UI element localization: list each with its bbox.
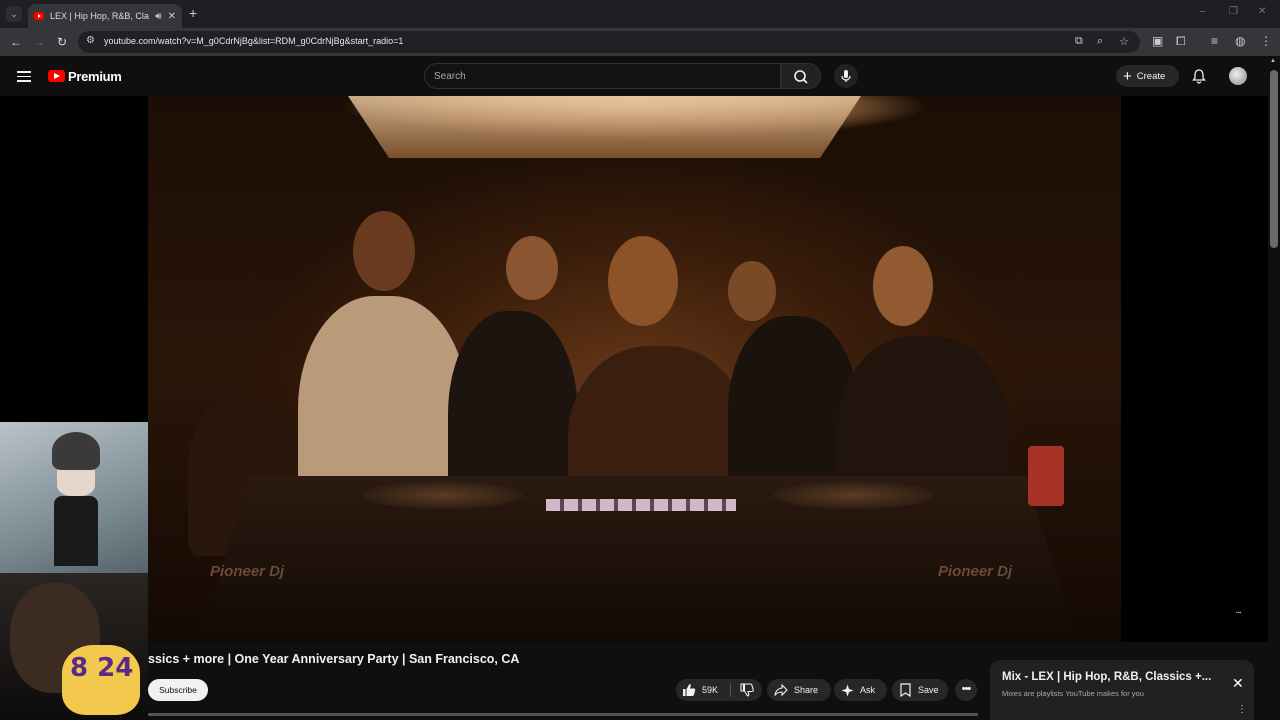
like-button[interactable]: 59K: [676, 679, 730, 701]
search-icon: [794, 70, 808, 84]
pioneer-logo-right: Pioneer Dj: [938, 563, 1013, 580]
logo-text[interactable]: Premium: [68, 69, 122, 84]
subscribe-button[interactable]: Subscribe: [148, 679, 208, 701]
crowd-head: [873, 246, 933, 326]
thumbs-up-icon: [683, 684, 696, 696]
mix-subtitle: Mixes are playlists YouTube makes for yo…: [1002, 689, 1144, 698]
share-label: Share: [794, 685, 819, 695]
microphone-icon: [841, 70, 851, 82]
voice-search-button[interactable]: [834, 64, 858, 88]
scrollbar-thumb[interactable]: [1270, 70, 1278, 248]
browser-tab[interactable]: LEX | Hip Hop, R&B, Classics + 🔊︎ ✕: [28, 4, 182, 28]
close-icon[interactable]: ✕: [1232, 675, 1244, 692]
speaker-icon[interactable]: 🔊︎: [155, 11, 161, 22]
chrome-menu-icon[interactable]: ⋮: [1260, 34, 1272, 48]
mix-title[interactable]: Mix - LEX | Hip Hop, R&B, Classics +...: [1002, 671, 1218, 683]
media-control-icon[interactable]: ≡: [1211, 34, 1218, 48]
crowd-head: [506, 236, 558, 300]
more-actions-icon[interactable]: •••: [955, 679, 977, 701]
channel-watermark-icon[interactable]: ▪▪▪: [1236, 610, 1241, 616]
install-app-icon[interactable]: ⧉: [1075, 35, 1083, 48]
youtube-logo-icon[interactable]: [48, 70, 65, 82]
crowd-head: [728, 261, 776, 321]
right-jog-wheel: [773, 481, 933, 509]
soda-can: [1028, 446, 1064, 506]
left-jog-wheel: [363, 481, 523, 509]
new-tab-button[interactable]: +: [189, 5, 197, 21]
dj-head: [608, 236, 678, 326]
video-title: ssics + more | One Year Anniversary Part…: [148, 652, 520, 666]
crowd-head: [353, 211, 415, 291]
save-label: Save: [918, 685, 939, 695]
site-info-icon[interactable]: ⚙: [86, 35, 95, 46]
performance-pads: [546, 499, 736, 511]
video-frame[interactable]: Pioneer Dj Pioneer Dj: [148, 96, 1121, 642]
like-count: 59K: [702, 685, 719, 695]
tab-search-icon[interactable]: ⌄: [6, 6, 22, 22]
search-input[interactable]: [434, 66, 764, 86]
maximize-button[interactable]: ❐: [1229, 6, 1238, 17]
share-button[interactable]: Share: [767, 679, 831, 701]
scroll-up-arrow-icon[interactable]: ▲: [1270, 58, 1276, 64]
create-button[interactable]: + Create: [1116, 65, 1179, 87]
mix-more-icon[interactable]: ⋮: [1237, 705, 1247, 715]
window-close-button[interactable]: ✕: [1258, 6, 1266, 17]
ask-label: Ask: [860, 685, 876, 695]
profile-icon[interactable]: ◍: [1235, 34, 1245, 48]
dislike-button[interactable]: [731, 679, 762, 701]
avatar-character: [52, 432, 102, 572]
forward-arrow-icon[interactable]: →: [33, 35, 45, 49]
plus-icon: +: [1123, 67, 1132, 85]
notifications-bell-icon[interactable]: [1191, 68, 1207, 84]
bookmark-star-icon[interactable]: ☆: [1119, 35, 1129, 48]
stage-canopy: [348, 96, 861, 158]
reload-icon[interactable]: ↻: [57, 35, 67, 49]
tab-title: LEX | Hip Hop, R&B, Classics +: [50, 11, 149, 21]
puzzle-icon[interactable]: ⧠: [1176, 34, 1186, 49]
minimize-button[interactable]: –: [1200, 6, 1206, 17]
url-text[interactable]: youtube.com/watch?v=M_g0CdrNjBg&list=RDM…: [104, 36, 403, 46]
extension-icon[interactable]: ▣: [1152, 34, 1163, 48]
save-button[interactable]: Save: [892, 679, 948, 701]
create-label: Create: [1136, 70, 1166, 82]
zoom-icon[interactable]: ⌕: [1097, 35, 1103, 48]
jersey-number: 8 24: [70, 653, 134, 683]
back-arrow-icon[interactable]: ←: [10, 35, 22, 49]
sparkle-icon: [841, 684, 854, 696]
pioneer-logo-left: Pioneer Dj: [210, 563, 285, 580]
search-button[interactable]: [781, 63, 821, 89]
menu-icon[interactable]: [17, 71, 31, 82]
ask-button[interactable]: Ask: [834, 679, 887, 701]
tab-close-icon[interactable]: ✕: [168, 11, 176, 22]
youtube-favicon-icon: [34, 12, 44, 20]
bookmark-icon: [900, 683, 911, 697]
share-icon: [774, 683, 788, 697]
streamer-avatar-overlay: [0, 422, 148, 573]
player-letterbox-right: [1121, 96, 1268, 642]
loading-bar: [148, 713, 978, 716]
account-avatar[interactable]: [1229, 67, 1247, 85]
thumbs-down-icon: [739, 683, 754, 697]
